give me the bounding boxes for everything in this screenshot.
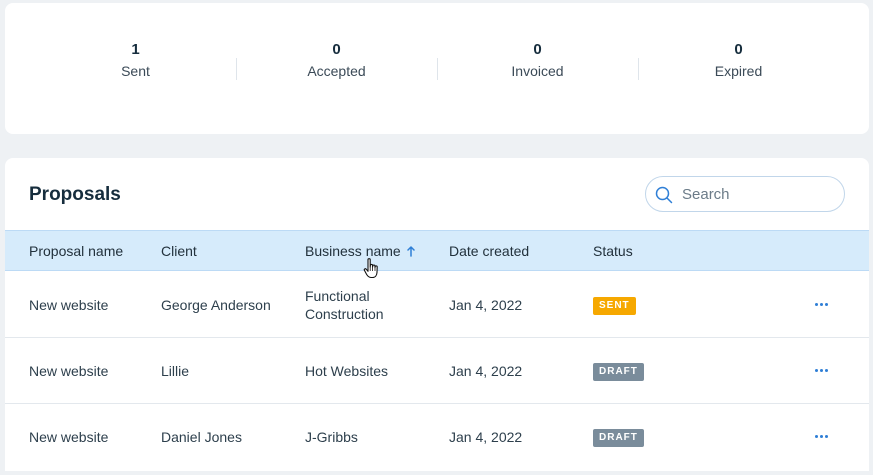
business-name-cell: Functional Construction bbox=[305, 287, 384, 323]
business-name-line: Construction bbox=[305, 306, 384, 322]
arrow-up-icon[interactable] bbox=[406, 246, 415, 257]
stat-sent-label: Sent bbox=[121, 63, 150, 79]
proposal-name-cell: New website bbox=[29, 429, 109, 445]
column-header-status[interactable]: Status bbox=[593, 243, 633, 259]
column-header-client[interactable]: Client bbox=[161, 243, 197, 259]
stats-card: 1 Sent 0 Accepted 0 Invoiced 0 Expired bbox=[5, 3, 869, 134]
column-header-date-created[interactable]: Date created bbox=[449, 243, 529, 259]
search-box[interactable] bbox=[645, 176, 845, 212]
page-title: Proposals bbox=[29, 184, 121, 205]
stat-sent[interactable]: 1 Sent bbox=[35, 41, 236, 80]
status-badge: DRAFT bbox=[593, 429, 644, 447]
client-cell: Daniel Jones bbox=[161, 429, 242, 445]
proposal-name-cell: New website bbox=[29, 363, 109, 379]
stat-invoiced[interactable]: 0 Invoiced bbox=[437, 41, 638, 80]
date-cell: Jan 4, 2022 bbox=[449, 363, 523, 379]
status-badge: DRAFT bbox=[593, 363, 644, 381]
table-row[interactable]: New website Daniel Jones J-Gribbs Jan 4,… bbox=[5, 404, 869, 470]
column-header-business-name[interactable]: Business name bbox=[305, 243, 415, 259]
proposal-name-cell: New website bbox=[29, 297, 109, 313]
column-header-business-name-label: Business name bbox=[305, 243, 401, 259]
date-cell: Jan 4, 2022 bbox=[449, 429, 523, 445]
search-input[interactable] bbox=[682, 184, 832, 204]
business-name-cell: J-Gribbs bbox=[305, 429, 358, 445]
client-cell: Lillie bbox=[161, 363, 190, 379]
business-name-cell: Hot Websites bbox=[305, 363, 388, 379]
table-row[interactable]: New website Lillie Hot Websites Jan 4, 2… bbox=[5, 338, 869, 404]
more-actions-icon[interactable] bbox=[813, 434, 833, 440]
business-name-line: Functional bbox=[305, 288, 370, 304]
table-header: Proposal name Client Business name Date … bbox=[5, 230, 869, 271]
stat-expired-label: Expired bbox=[714, 63, 763, 79]
hand-pointer-cursor bbox=[363, 258, 378, 279]
stat-invoiced-label: Invoiced bbox=[511, 63, 564, 79]
column-header-proposal-name[interactable]: Proposal name bbox=[29, 243, 123, 259]
stat-accepted-label: Accepted bbox=[307, 63, 366, 79]
date-cell: Jan 4, 2022 bbox=[449, 297, 523, 313]
status-badge: SENT bbox=[593, 297, 636, 315]
more-actions-icon[interactable] bbox=[813, 368, 833, 374]
stat-invoiced-value: 0 bbox=[533, 41, 542, 58]
stat-accepted[interactable]: 0 Accepted bbox=[236, 41, 437, 80]
stat-expired[interactable]: 0 Expired bbox=[638, 41, 839, 80]
stat-accepted-value: 0 bbox=[332, 41, 341, 58]
table-row[interactable]: New website George Anderson Functional C… bbox=[5, 272, 869, 338]
client-cell: George Anderson bbox=[161, 297, 271, 313]
search-icon bbox=[655, 186, 673, 204]
more-actions-icon[interactable] bbox=[813, 302, 833, 308]
proposals-card: Proposals Proposal name Client Business … bbox=[5, 158, 869, 471]
stat-sent-value: 1 bbox=[131, 41, 140, 58]
stat-expired-value: 0 bbox=[734, 41, 743, 58]
